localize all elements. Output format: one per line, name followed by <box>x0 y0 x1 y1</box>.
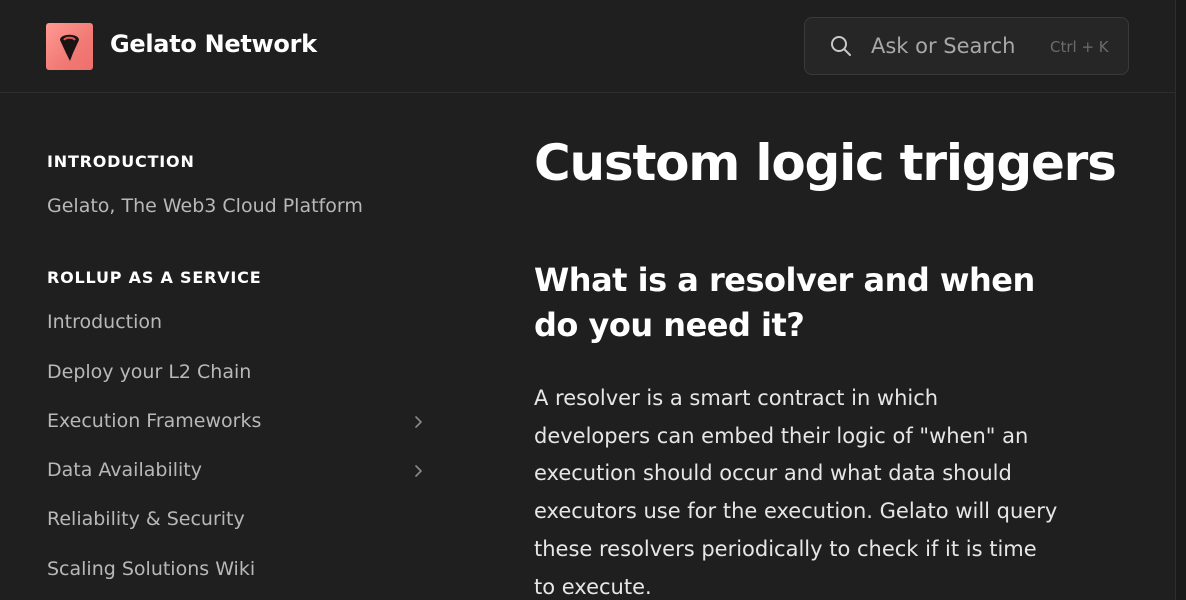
search-placeholder: Ask or Search <box>871 34 1016 58</box>
section-heading: What is a resolver and when do you need … <box>534 261 1035 344</box>
chevron-right-icon[interactable] <box>411 463 427 479</box>
sidebar-item-label: Introduction <box>47 311 163 333</box>
body-paragraph: A resolver is a smart contract in which … <box>534 386 1058 599</box>
sidebar-item-introduction[interactable]: Introduction <box>47 311 437 341</box>
sidebar-item-reliability-security[interactable]: Reliability & Security <box>47 508 437 538</box>
sidebar-item-label: Execution Frameworks <box>47 410 262 432</box>
sidebar-item-deploy-l2-chain[interactable]: Deploy your L2 Chain <box>47 361 437 391</box>
sidebar-item-scaling-solutions-wiki[interactable]: Scaling Solutions Wiki <box>47 558 437 588</box>
sidebar-item-label: Deploy your L2 Chain <box>47 361 252 383</box>
page-title: Custom logic triggers <box>534 134 1117 192</box>
keyboard-shortcut-hint: Ctrl + K <box>1050 38 1109 56</box>
brand-name[interactable]: Gelato Network <box>110 30 317 58</box>
sidebar-item-gelato-web3-cloud-platform[interactable]: Gelato, The Web3 Cloud Platform <box>47 195 437 225</box>
sidebar-item-data-availability[interactable]: Data Availability <box>47 459 437 489</box>
sidebar-section-introduction: INTRODUCTION <box>47 152 195 171</box>
search-input[interactable]: Ask or Search Ctrl + K <box>804 17 1129 75</box>
sidebar-item-label: Scaling Solutions Wiki <box>47 558 256 580</box>
sidebar-item-label: Reliability & Security <box>47 508 245 530</box>
docs-page: Gelato Network Ask or Search Ctrl + K IN… <box>0 0 1186 600</box>
sidebar-section-rollup-as-a-service: ROLLUP AS A SERVICE <box>47 268 262 287</box>
sidebar-navigation: INTRODUCTION Gelato, The Web3 Cloud Plat… <box>0 94 470 600</box>
sidebar-item-execution-frameworks[interactable]: Execution Frameworks <box>47 410 437 440</box>
gelato-logo-icon[interactable] <box>46 23 93 70</box>
page-scrollbar[interactable] <box>1175 0 1186 600</box>
sidebar-item-label: Gelato, The Web3 Cloud Platform <box>47 195 363 217</box>
sidebar-item-label: Data Availability <box>47 459 202 481</box>
top-header: Gelato Network Ask or Search Ctrl + K <box>0 0 1175 93</box>
search-icon <box>831 36 851 56</box>
chevron-right-icon[interactable] <box>411 414 427 430</box>
